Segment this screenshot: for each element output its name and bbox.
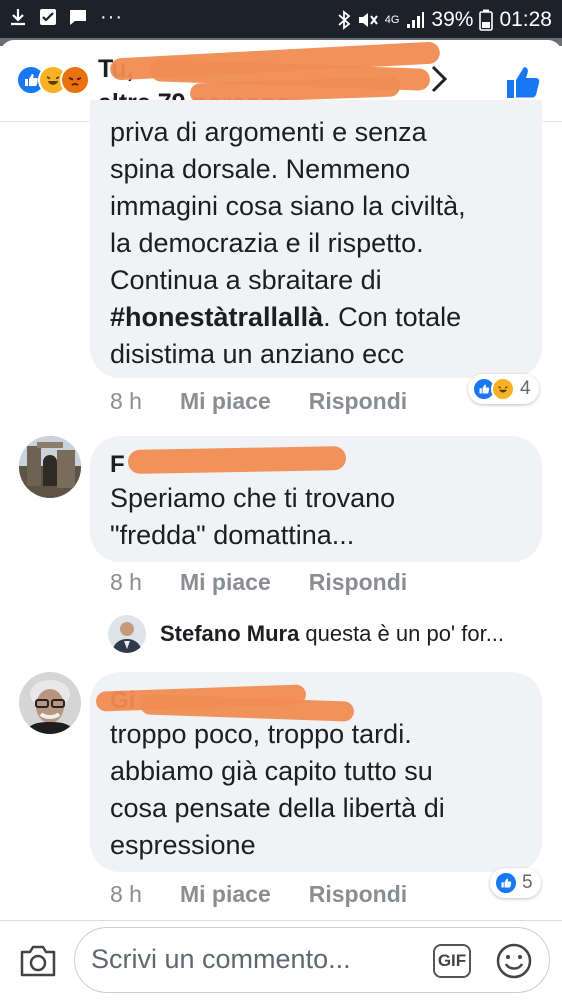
reply-text: questa è un po' for... xyxy=(305,621,505,646)
comment-time: 8 h xyxy=(110,881,142,907)
checkbox-icon xyxy=(40,9,56,25)
reply-author[interactable]: Stefano Mura xyxy=(160,621,299,647)
comment-actions: 8 h Mi piace Rispondi xyxy=(110,388,407,415)
like-reaction-icon xyxy=(494,871,518,895)
avatar[interactable] xyxy=(19,672,81,734)
reaction-count: 5 xyxy=(522,872,533,893)
like-post-icon[interactable] xyxy=(505,64,541,100)
comment-actions: 8 h Mi piace Rispondi xyxy=(110,569,407,596)
reply-button[interactable]: Rispondi xyxy=(309,881,407,908)
download-icon xyxy=(11,9,25,26)
like-button[interactable]: Mi piace xyxy=(180,569,271,596)
network-type: 4G xyxy=(384,14,400,26)
comment-text-line: disistima un anziano ecc xyxy=(110,339,405,369)
comment-reaction-count[interactable]: 4 xyxy=(468,374,539,404)
comment-time: 8 h xyxy=(110,388,142,414)
hashtag-link[interactable]: #honestàtrallallà xyxy=(110,302,323,332)
status-bar: ··· 4G 39% 01:28 xyxy=(0,0,562,38)
comment-text-line: Continua a sbraitare di xyxy=(110,265,382,295)
haha-reaction-icon xyxy=(491,377,515,401)
comment-text-line: espressione xyxy=(110,830,256,860)
reply-button[interactable]: Rispondi xyxy=(309,388,407,415)
comment-actions: 8 h Mi piace Rispondi xyxy=(110,881,407,908)
comment-text-line: Speriamo che ti trovano xyxy=(110,483,396,513)
like-button[interactable]: Mi piace xyxy=(180,388,271,415)
comment-composer: Scrivi un commento... GIF xyxy=(0,920,562,1000)
battery-percent: 39% xyxy=(431,8,474,31)
like-button[interactable]: Mi piace xyxy=(180,881,271,908)
reply-preview[interactable]: Stefano Mura questa è un po' for... xyxy=(108,612,548,656)
comment-text-line: "fredda" domattina... xyxy=(110,520,355,550)
message-icon xyxy=(70,10,86,25)
comment-text-line: troppo poco, troppo tardi. xyxy=(110,719,412,749)
comment-text-line: spina dorsale. Nemmeno xyxy=(110,154,411,184)
comment-text-line: la democrazia e il rispetto. xyxy=(110,228,424,258)
signal-icon xyxy=(407,12,425,28)
gif-button[interactable]: GIF xyxy=(433,944,471,978)
comment-text-line: cosa pensate della libertà di xyxy=(110,793,445,823)
comment-text-line: immagini cosa siano la civiltà, xyxy=(110,191,466,221)
avatar xyxy=(108,615,146,653)
reply-button[interactable]: Rispondi xyxy=(309,569,407,596)
comment-bubble[interactable]: priva di argomenti e senza spina dorsale… xyxy=(90,100,542,378)
battery-icon xyxy=(479,9,494,31)
comment-time: 8 h xyxy=(110,569,142,595)
camera-icon[interactable] xyxy=(18,943,58,979)
comment-text-line: abbiamo già capito tutto su xyxy=(110,756,433,786)
angry-reaction-icon xyxy=(60,65,90,95)
chevron-right-icon[interactable] xyxy=(430,64,448,103)
avatar[interactable] xyxy=(19,436,81,498)
more-notifications-icon: ··· xyxy=(100,6,123,28)
comment-text-line: #honestàtrallallà. Con totale xyxy=(110,299,522,336)
comment-text-line: priva di argomenti e senza xyxy=(110,117,427,147)
comment-input[interactable]: Scrivi un commento... GIF xyxy=(74,927,550,993)
clock: 01:28 xyxy=(499,8,552,31)
comment-input-placeholder: Scrivi un commento... xyxy=(91,944,351,974)
reaction-count: 4 xyxy=(520,378,531,399)
reaction-summary[interactable] xyxy=(16,65,90,95)
redaction-mark xyxy=(127,446,347,474)
author-name: F xyxy=(110,451,125,478)
mute-icon xyxy=(358,13,378,27)
emoji-icon[interactable] xyxy=(495,942,533,980)
comment-text-fragment: . Con totale xyxy=(323,302,462,332)
comment-reaction-count[interactable]: 5 xyxy=(490,868,541,898)
bluetooth-icon xyxy=(338,10,351,30)
